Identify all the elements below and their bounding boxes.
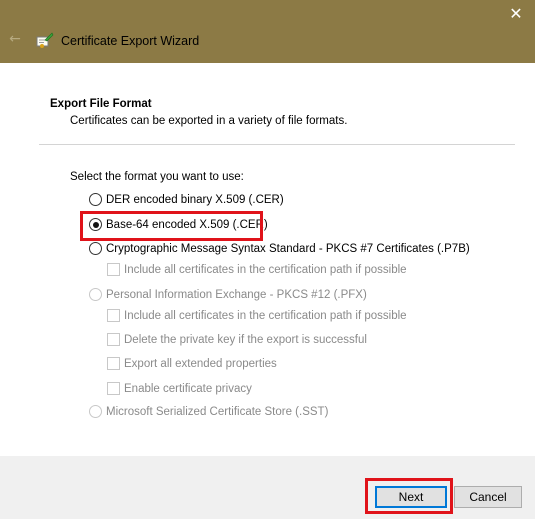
checkbox-label: Enable certificate privacy (124, 382, 252, 395)
separator (39, 144, 515, 145)
radio-pfx[interactable]: Personal Information Exchange - PKCS #12… (89, 288, 367, 301)
section-description: Certificates can be exported in a variet… (70, 115, 348, 127)
checkbox[interactable] (107, 333, 120, 346)
radio-button[interactable] (89, 405, 102, 418)
next-button[interactable]: Next (375, 486, 447, 508)
checkbox[interactable] (107, 263, 120, 276)
radio-button[interactable] (89, 193, 102, 206)
back-arrow-icon[interactable]: ← (6, 30, 24, 48)
checkbox-pkcs7-include-all[interactable]: Include all certificates in the certific… (107, 263, 407, 276)
button-footer: Next Cancel (0, 456, 535, 519)
radio-pkcs7[interactable]: Cryptographic Message Syntax Standard - … (89, 242, 470, 255)
highlight-box-base64 (80, 211, 263, 241)
cancel-button[interactable]: Cancel (454, 486, 522, 508)
radio-label-der: DER encoded binary X.509 (.CER) (106, 193, 284, 206)
radio-label-pfx: Personal Information Exchange - PKCS #12… (106, 288, 367, 301)
radio-sst[interactable]: Microsoft Serialized Certificate Store (… (89, 405, 328, 418)
checkbox[interactable] (107, 357, 120, 370)
checkbox-label: Include all certificates in the certific… (124, 309, 407, 322)
checkbox-label: Export all extended properties (124, 357, 277, 370)
section-title: Export File Format (50, 98, 152, 110)
checkbox[interactable] (107, 309, 120, 322)
certificate-wizard-icon (36, 32, 54, 48)
radio-der[interactable]: DER encoded binary X.509 (.CER) (89, 193, 284, 206)
close-icon[interactable]: ✕ (505, 4, 527, 24)
wizard-content: Export File Format Certificates can be e… (0, 63, 535, 456)
checkbox-pfx-privacy[interactable]: Enable certificate privacy (107, 382, 252, 395)
checkbox-label: Include all certificates in the certific… (124, 263, 407, 276)
checkbox[interactable] (107, 382, 120, 395)
checkbox-pfx-export-extended[interactable]: Export all extended properties (107, 357, 277, 370)
radio-label-pkcs7: Cryptographic Message Syntax Standard - … (106, 242, 470, 255)
window-title: Certificate Export Wizard (61, 34, 200, 48)
title-bar: ✕ ← Certificate Export Wizard (0, 0, 535, 63)
radio-button[interactable] (89, 288, 102, 301)
radio-label-sst: Microsoft Serialized Certificate Store (… (106, 405, 329, 418)
checkbox-label: Delete the private key if the export is … (124, 333, 367, 346)
checkbox-pfx-delete-key[interactable]: Delete the private key if the export is … (107, 333, 367, 346)
checkbox-pfx-include-all[interactable]: Include all certificates in the certific… (107, 309, 407, 322)
radio-button[interactable] (89, 242, 102, 255)
format-prompt: Select the format you want to use: (70, 171, 244, 183)
